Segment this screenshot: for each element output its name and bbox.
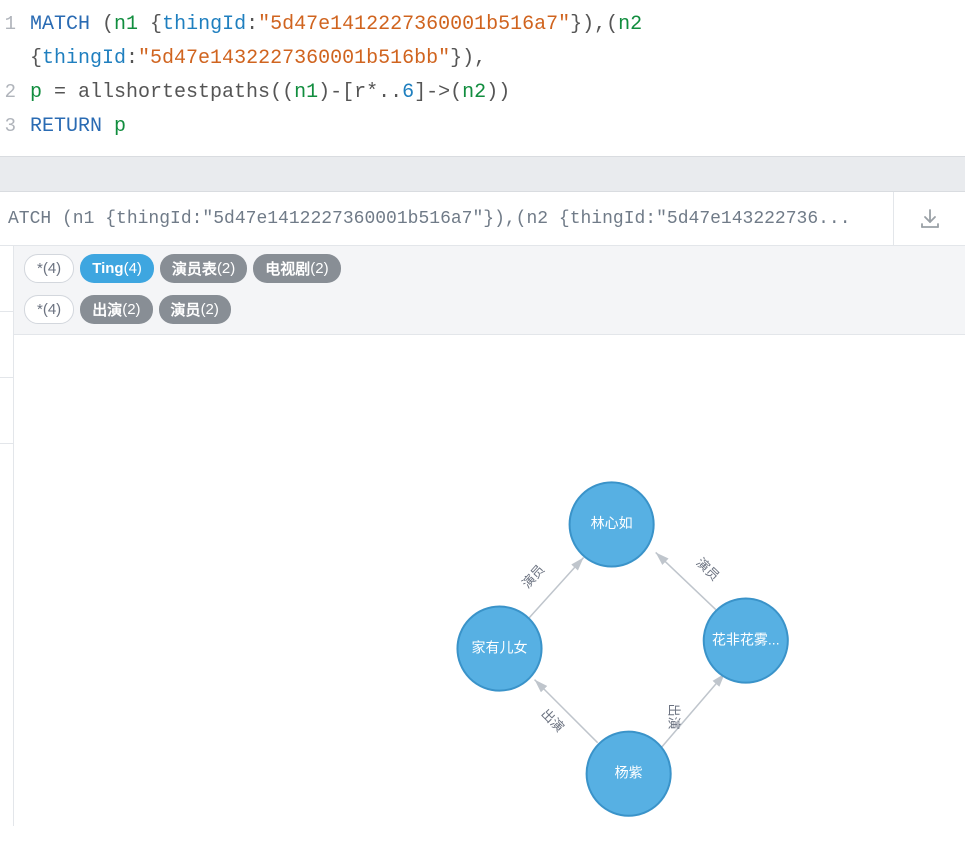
svg-text:花非花雾...: 花非花雾... xyxy=(712,631,780,647)
cypher-editor[interactable]: 1 MATCH (n1 {thingId:"5d47e1412227360001… xyxy=(0,0,965,152)
code-line-1-wrap: {thingId:"5d47e1432227360001b516bb"}), xyxy=(30,42,965,76)
graph-node-left[interactable]: 家有儿女 xyxy=(457,607,541,691)
pill-rel-all[interactable]: *(4) xyxy=(24,295,74,324)
rail-cell[interactable] xyxy=(0,246,13,312)
edge-bottom-to-right[interactable]: 出演 xyxy=(659,674,725,751)
view-mode-rail xyxy=(0,246,14,826)
rail-cell[interactable] xyxy=(0,312,13,378)
edge-left-to-top[interactable]: 演员 xyxy=(519,557,584,618)
graph-node-bottom[interactable]: 杨紫 xyxy=(587,732,671,816)
svg-text:杨紫: 杨紫 xyxy=(615,764,643,780)
rail-cell[interactable] xyxy=(0,378,13,444)
query-summary-bar: ATCH (n1 {thingId:"5d47e1412227360001b51… xyxy=(0,192,965,246)
svg-text:演员: 演员 xyxy=(693,555,722,584)
graph-node-right[interactable]: 花非花雾... xyxy=(704,599,788,683)
code-line-1: MATCH (n1 {thingId:"5d47e1412227360001b5… xyxy=(30,8,965,42)
svg-text:演员: 演员 xyxy=(519,562,548,591)
line-number: 2 xyxy=(0,76,30,110)
line-number: 3 xyxy=(0,110,30,144)
svg-text:出演: 出演 xyxy=(538,706,567,735)
edge-bottom-to-left[interactable]: 出演 xyxy=(535,680,598,743)
pill-node-all[interactable]: *(4) xyxy=(24,254,74,283)
export-button[interactable] xyxy=(893,192,965,246)
filter-bar: *(4) Ting(4) 演员表(2) 电视剧(2) *(4) 出演(2) 演员… xyxy=(14,246,965,335)
line-number-empty xyxy=(0,42,30,76)
pill-node-ting[interactable]: Ting(4) xyxy=(80,254,154,283)
line-number: 1 xyxy=(0,8,30,42)
pill-node-cast[interactable]: 演员表(2) xyxy=(160,254,247,283)
graph-node-top[interactable]: 林心如 xyxy=(570,482,654,566)
code-line-2: p = allshortestpaths((n1)-[r*..6]->(n2)) xyxy=(30,76,965,110)
query-summary-text: ATCH (n1 {thingId:"5d47e1412227360001b51… xyxy=(0,209,893,229)
graph-panel[interactable]: *(4) Ting(4) 演员表(2) 电视剧(2) *(4) 出演(2) 演员… xyxy=(14,246,965,826)
code-line-3: RETURN p xyxy=(30,110,965,144)
svg-text:出演: 出演 xyxy=(667,704,682,730)
pill-rel-acted[interactable]: 出演(2) xyxy=(80,295,152,324)
pill-rel-actor[interactable]: 演员(2) xyxy=(159,295,231,324)
download-icon xyxy=(918,207,942,231)
edge-right-to-top[interactable]: 演员 xyxy=(656,552,723,609)
section-divider xyxy=(0,156,965,192)
graph-canvas[interactable]: 演员 演员 出演 出演 林心如 家有儿女 xyxy=(14,341,965,826)
svg-text:家有儿女: 家有儿女 xyxy=(472,639,528,655)
svg-text:林心如: 林心如 xyxy=(591,515,633,531)
rel-type-row: *(4) 出演(2) 演员(2) xyxy=(24,295,955,330)
node-label-row: *(4) Ting(4) 演员表(2) 电视剧(2) xyxy=(24,254,955,289)
pill-node-tvshow[interactable]: 电视剧(2) xyxy=(253,254,340,283)
